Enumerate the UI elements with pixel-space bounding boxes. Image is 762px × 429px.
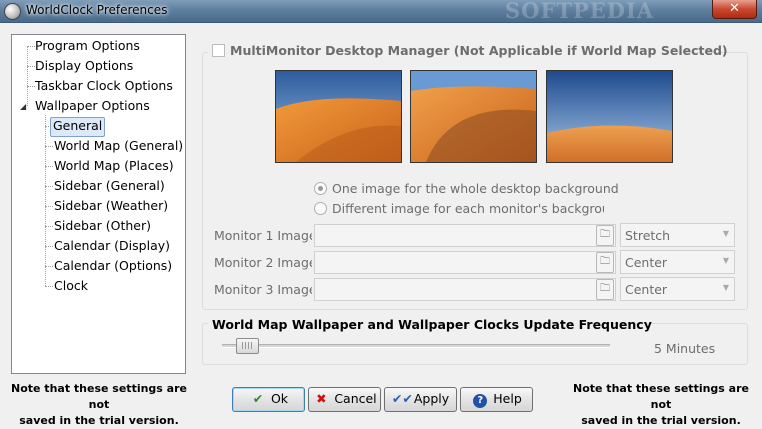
tree-item-clock[interactable]: Clock xyxy=(52,277,90,295)
monitor-2-mode-select[interactable]: Center ▼ xyxy=(620,250,735,274)
monitor-1-image-input[interactable] xyxy=(314,224,616,247)
monitor-2-mode-value: Center xyxy=(625,255,668,270)
title-bar: WorldClock Preferences SOFTPEDIA ✕ xyxy=(0,0,762,23)
trial-note-left: Note that these settings are not saved i… xyxy=(4,381,194,429)
tree-item-world-map-general[interactable]: World Map (General) xyxy=(52,137,185,155)
monitor-3-mode-select[interactable]: Center ▼ xyxy=(620,277,735,301)
tree-connector xyxy=(27,46,28,106)
apply-button-label: Apply xyxy=(413,391,450,406)
multimonitor-label: MultiMonitor Desktop Manager (Not Applic… xyxy=(230,43,728,58)
tree-item-taskbar-clock-options[interactable]: Taskbar Clock Options xyxy=(33,77,175,95)
help-button-label: Help xyxy=(493,391,522,406)
note-line: Note that these settings are not xyxy=(11,382,187,411)
window-title: WorldClock Preferences xyxy=(26,3,168,17)
radio-different-image[interactable] xyxy=(314,202,327,215)
help-button[interactable]: ? Help xyxy=(460,387,533,412)
tree-item-general[interactable]: General xyxy=(50,117,106,137)
collapse-arrow-icon[interactable]: ◢ xyxy=(20,102,26,111)
frequency-slider-thumb[interactable] xyxy=(236,338,259,354)
tree-item-wallpaper-options[interactable]: Wallpaper Options xyxy=(33,97,152,115)
tree-item-sidebar-weather[interactable]: Sidebar (Weather) xyxy=(52,197,170,215)
double-check-icon: ✔✔ xyxy=(391,391,413,406)
folder-icon: 🗀 xyxy=(600,229,610,240)
options-tree: ◢ Program Options Display Options Taskba… xyxy=(11,34,186,374)
monitor-2-browse-button[interactable]: 🗀 xyxy=(596,252,614,273)
close-button[interactable]: ✕ xyxy=(712,0,757,19)
monitor-3-browse-button[interactable]: 🗀 xyxy=(596,279,614,300)
checkmark-icon: ✔ xyxy=(252,391,264,406)
note-line: saved in the trial version. xyxy=(19,414,179,427)
monitor-2-image-input[interactable] xyxy=(314,251,616,274)
desert-thumbnail-1 xyxy=(275,70,402,163)
tree-item-sidebar-general[interactable]: Sidebar (General) xyxy=(52,177,167,195)
radio-different-image-label: Different image for each monitor's backg… xyxy=(332,201,604,216)
tree-item-program-options[interactable]: Program Options xyxy=(33,37,142,55)
app-globe-icon xyxy=(4,3,21,20)
question-mark-icon: ? xyxy=(471,388,489,410)
frequency-slider-track[interactable] xyxy=(222,344,610,348)
monitor-1-mode-select[interactable]: Stretch ▼ xyxy=(620,223,735,247)
tree-item-sidebar-other[interactable]: Sidebar (Other) xyxy=(52,217,153,235)
tree-item-calendar-options[interactable]: Calendar (Options) xyxy=(52,257,174,275)
tree-item-world-map-places[interactable]: World Map (Places) xyxy=(52,157,176,175)
monitor-3-image-input[interactable] xyxy=(314,278,616,301)
monitor-3-mode-value: Center xyxy=(625,282,668,297)
monitor-2-label: Monitor 2 Image xyxy=(214,255,312,270)
cancel-button-label: Cancel xyxy=(334,391,377,406)
tree-connector xyxy=(45,115,46,286)
radio-one-image[interactable] xyxy=(314,182,327,195)
desert-thumbnail-3 xyxy=(546,70,673,163)
trial-note-right: Note that these settings are not saved i… xyxy=(566,381,756,429)
monitor-3-label: Monitor 3 Image xyxy=(214,282,312,297)
tree-item-display-options[interactable]: Display Options xyxy=(33,57,135,75)
folder-icon: 🗀 xyxy=(600,256,610,267)
desert-thumbnail-2 xyxy=(410,70,537,163)
ok-button[interactable]: ✔ Ok xyxy=(232,387,305,412)
note-line: saved in the trial version. xyxy=(581,414,741,427)
chevron-down-icon: ▼ xyxy=(722,283,729,292)
apply-button[interactable]: ✔✔Apply xyxy=(384,387,457,412)
tree-item-calendar-display[interactable]: Calendar (Display) xyxy=(52,237,172,255)
watermark: SOFTPEDIA xyxy=(505,0,655,23)
monitor-1-mode-value: Stretch xyxy=(625,228,671,243)
folder-icon: 🗀 xyxy=(600,283,610,294)
cancel-button[interactable]: ✖ Cancel xyxy=(308,387,381,412)
frequency-value: 5 Minutes xyxy=(654,341,716,356)
frequency-title: World Map Wallpaper and Wallpaper Clocks… xyxy=(212,317,652,332)
ok-button-label: Ok xyxy=(270,391,289,406)
monitor-1-browse-button[interactable]: 🗀 xyxy=(596,225,614,246)
chevron-down-icon: ▼ xyxy=(722,229,729,238)
chevron-down-icon: ▼ xyxy=(722,256,729,265)
red-x-icon: ✖ xyxy=(316,391,327,406)
monitor-1-label: Monitor 1 Image xyxy=(214,228,312,243)
note-line: Note that these settings are not xyxy=(573,382,749,411)
radio-one-image-label: One image for the whole desktop backgrou… xyxy=(332,181,619,196)
multimonitor-checkbox[interactable] xyxy=(212,44,225,57)
